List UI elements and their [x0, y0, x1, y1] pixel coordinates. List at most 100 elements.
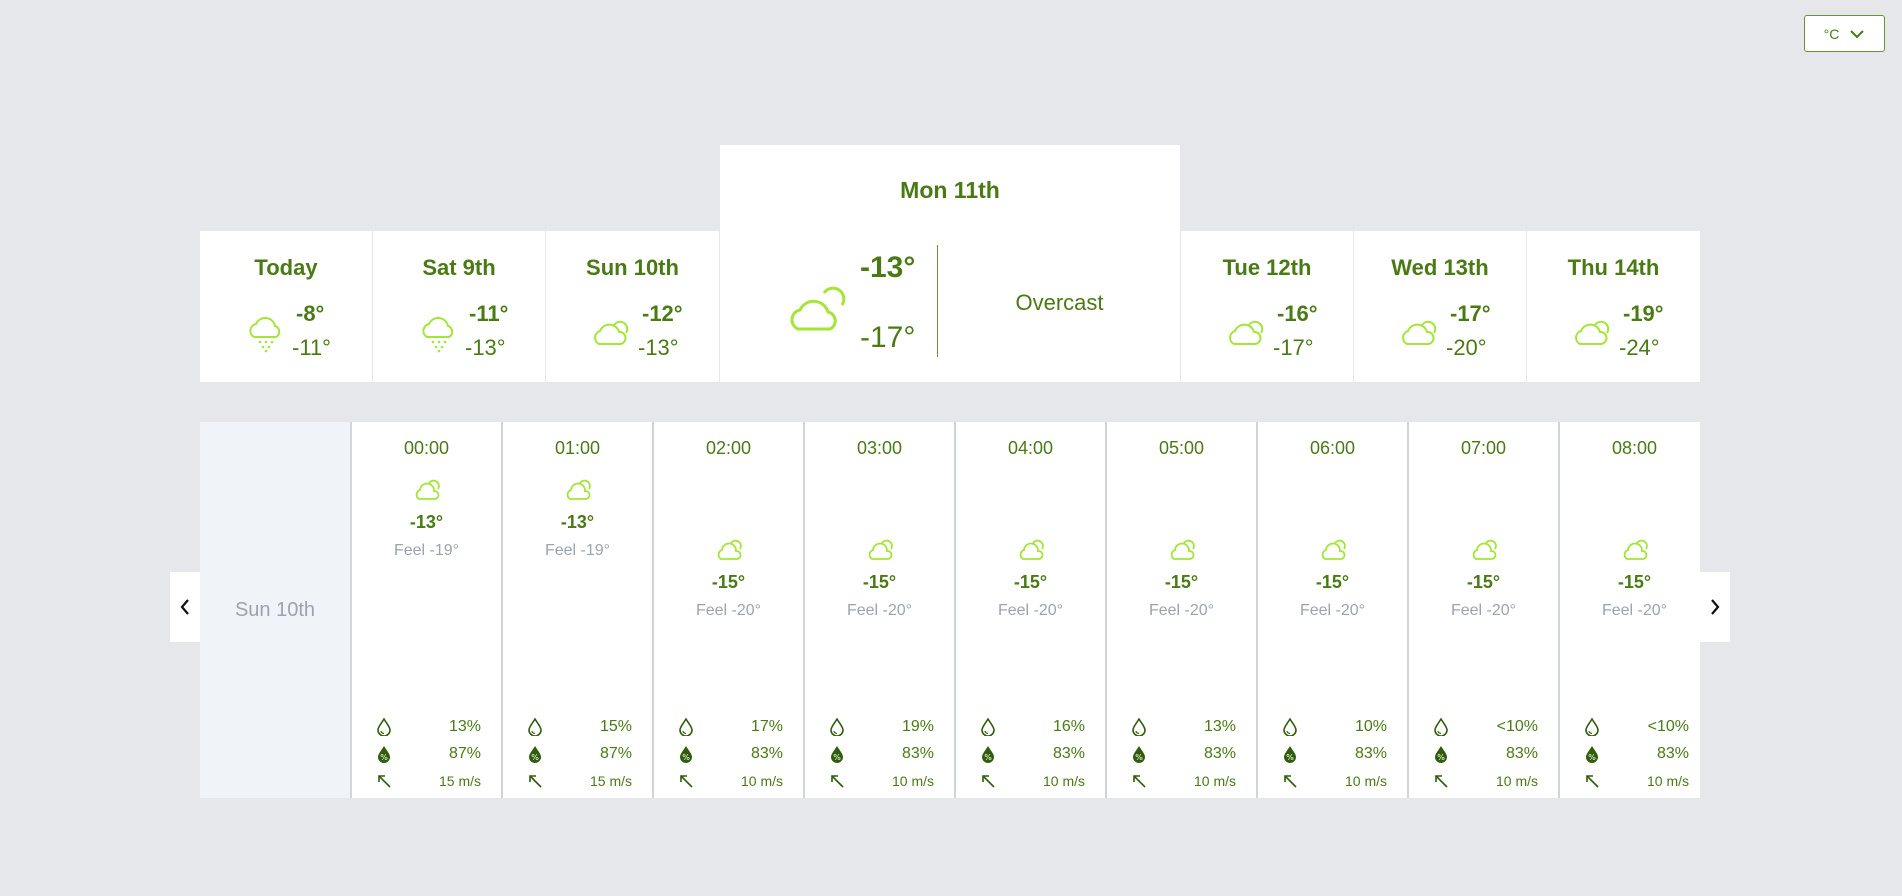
hour-column: 05:00 -15° Feel -20° 13% % 83% 10 m/s [1105, 422, 1256, 798]
humidity-icon: % [680, 746, 692, 763]
humidity-value: 83% [1052, 745, 1085, 762]
hour-time: 05:00 [1158, 438, 1205, 458]
wind-direction-icon [1133, 775, 1146, 788]
precip-row: 17% [678, 718, 783, 736]
unit-select[interactable]: °C [1804, 15, 1885, 52]
droplet-icon [528, 718, 542, 736]
wind-direction-icon [1435, 775, 1448, 788]
day-card-tue-12th[interactable]: Tue 12th -16° -17° [1181, 231, 1353, 382]
day-high-temp: -17° [1450, 301, 1491, 326]
wind-row: 15 m/s [527, 772, 632, 790]
hour-temp: -13° [560, 512, 595, 532]
hour-feels-like: Feel -20° [1601, 602, 1668, 619]
droplet-icon [679, 718, 693, 736]
hour-time: 01:00 [554, 438, 601, 458]
day-high-temp: -11° [469, 301, 509, 326]
hour-feels-like: Feel -19° [393, 542, 460, 559]
wind-row: 10 m/s [829, 772, 934, 790]
wind-value: 10 m/s [1344, 773, 1387, 789]
humidity-row: % 83% [678, 745, 783, 763]
hour-column: 04:00 -15° Feel -20° 16% % 83% 10 m/s [954, 422, 1105, 798]
wind-row: 10 m/s [1131, 772, 1236, 790]
precip-value: <10% [1496, 718, 1538, 735]
hour-temp: -15° [1315, 572, 1350, 592]
precip-row: 13% [376, 718, 481, 736]
cloud-icon [790, 286, 846, 331]
day-card-sun-10th[interactable]: Sun 10th -12° -13° [546, 231, 719, 382]
wind-row: 10 m/s [1433, 772, 1538, 790]
cloud-icon [1229, 320, 1264, 345]
wind-value: 10 m/s [891, 773, 934, 789]
precip-row: <10% [1433, 718, 1538, 736]
precip-value: 10% [1354, 718, 1387, 735]
cloud-icon [717, 539, 742, 560]
day-high-temp: -16° [1277, 301, 1318, 326]
hour-column: 00:00 -13° Feel -19° 13% % 87% 15 m/s [350, 422, 501, 798]
snow-cloud-icon [249, 316, 281, 353]
humidity-row: % 83% [980, 745, 1085, 763]
selected-low-temp: -17° [860, 321, 916, 354]
humidity-row: % 87% [527, 745, 632, 763]
next-button[interactable] [1700, 572, 1730, 642]
hour-time: 03:00 [856, 438, 903, 458]
precip-row: 10% [1282, 718, 1387, 736]
humidity-row: % 83% [829, 745, 934, 763]
hour-time: 00:00 [403, 438, 450, 458]
droplet-icon [1585, 718, 1599, 736]
hour-time: 06:00 [1309, 438, 1356, 458]
wind-direction-icon [680, 775, 693, 788]
day-low-temp: -13° [638, 335, 679, 360]
hour-feels-like: Feel -20° [695, 602, 762, 619]
hour-temp: -15° [711, 572, 746, 592]
prev-button[interactable] [170, 572, 200, 642]
svg-text:%: % [833, 753, 841, 762]
day-high-temp: -12° [642, 301, 683, 326]
day-card-today[interactable]: Today -8° -11° [200, 231, 372, 382]
precip-value: <10% [1647, 718, 1689, 735]
humidity-value: 83% [901, 745, 934, 762]
svg-text:%: % [1437, 753, 1445, 762]
hour-temp: -15° [1617, 572, 1652, 592]
divider [937, 245, 938, 357]
hour-column: 07:00 -15° Feel -20° <10% % 83% 10 m/s [1407, 422, 1558, 798]
hour-feels-like: Feel -20° [997, 602, 1064, 619]
hour-temp: -15° [862, 572, 897, 592]
cloud-icon [594, 320, 629, 345]
droplet-icon [1283, 718, 1297, 736]
humidity-icon: % [1284, 746, 1296, 763]
humidity-row: % 83% [1131, 745, 1236, 763]
droplet-icon [1434, 718, 1448, 736]
hour-temp: -15° [1164, 572, 1199, 592]
wind-value: 10 m/s [1193, 773, 1236, 789]
day-low-temp: -11° [292, 335, 331, 360]
precip-row: 15% [527, 718, 632, 736]
day-card-wed-13th[interactable]: Wed 13th -17° -20° [1354, 231, 1526, 382]
humidity-value: 83% [750, 745, 783, 762]
humidity-value: 83% [1203, 745, 1236, 762]
hour-column: 08:00 -15° Feel -20° <10% % 83% 10 m/s [1558, 422, 1709, 798]
wind-value: 10 m/s [1495, 773, 1538, 789]
wind-direction-icon [982, 775, 995, 788]
selected-day-card[interactable]: Mon 11th -13° -17° Overcast [720, 145, 1180, 382]
hour-time: 07:00 [1460, 438, 1507, 458]
svg-text:%: % [1135, 753, 1143, 762]
humidity-icon: % [378, 746, 390, 763]
hour-temp: -15° [1013, 572, 1048, 592]
day-card-thu-14th[interactable]: Thu 14th -19° -24° [1527, 231, 1700, 382]
precip-value: 17% [750, 718, 783, 735]
humidity-icon: % [1133, 746, 1145, 763]
selected-day-title: Mon 11th [900, 177, 1000, 203]
droplet-icon [377, 718, 391, 736]
humidity-icon: % [831, 746, 843, 763]
cloud-icon [1472, 539, 1497, 560]
precip-value: 13% [1203, 718, 1236, 735]
unit-label: °C [1823, 25, 1840, 42]
wind-row: 10 m/s [1584, 772, 1689, 790]
hour-feels-like: Feel -20° [1299, 602, 1366, 619]
droplet-icon [1132, 718, 1146, 736]
day-card-sat-9th[interactable]: Sat 9th -11° -13° [373, 231, 545, 382]
cloud-icon [1575, 320, 1610, 345]
humidity-value: 87% [599, 745, 632, 762]
hour-time: 04:00 [1007, 438, 1054, 458]
svg-text:%: % [1588, 753, 1596, 762]
